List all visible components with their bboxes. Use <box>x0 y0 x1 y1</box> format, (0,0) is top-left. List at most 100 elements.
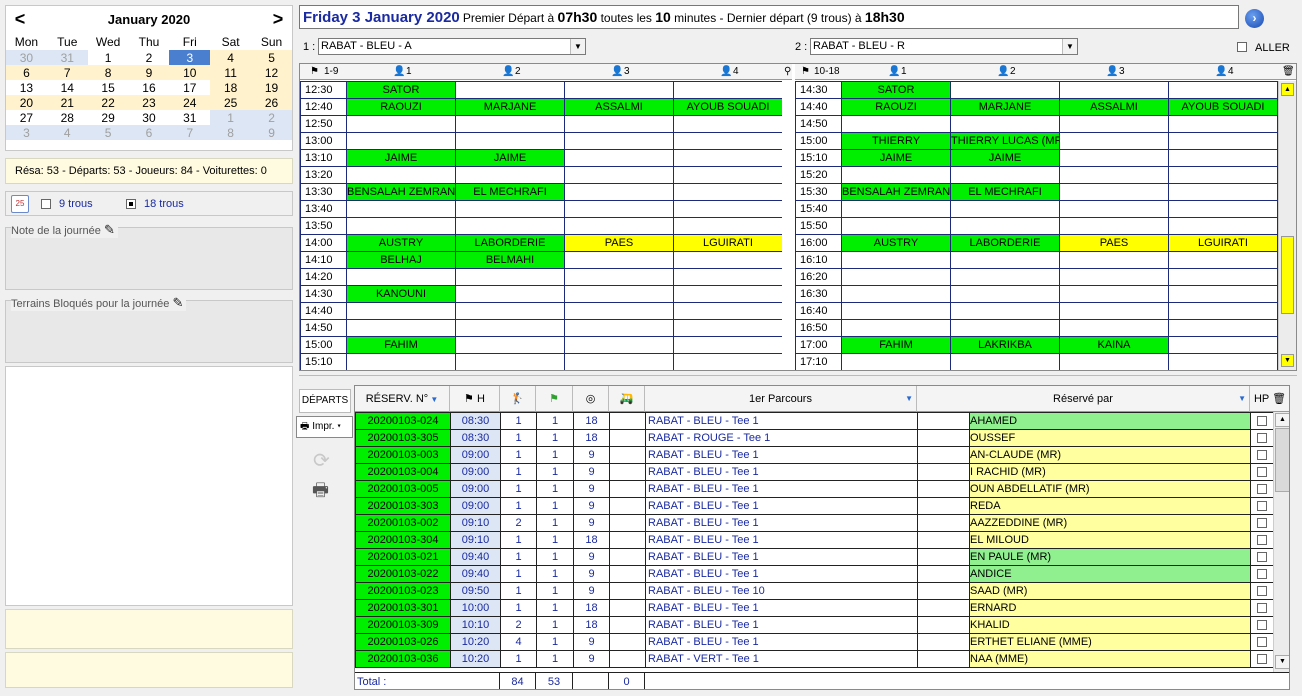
calendar-day[interactable]: 8 <box>210 125 252 140</box>
player-slot[interactable] <box>1059 200 1169 218</box>
calendar-grid[interactable]: Mon Tue Wed Thu Fri Sat Sun 30 31 1 2 3 4 5 6 7 8 9 10 11 1… <box>6 34 292 140</box>
player-slot[interactable] <box>841 319 951 337</box>
tee-time-row[interactable]: 14:30 SATOR <box>795 81 1278 99</box>
go-arrow-icon[interactable]: › <box>1245 9 1264 28</box>
player-slot[interactable] <box>673 319 783 337</box>
player-slot[interactable] <box>346 200 456 218</box>
player-slot[interactable] <box>1168 132 1278 150</box>
tee-time-row[interactable]: 14:00 AUSTRY LABORDERIE PAES LGUIRATI <box>300 234 783 252</box>
player-slot[interactable]: LGUIRATI <box>1168 234 1278 252</box>
aller-checkbox[interactable] <box>1237 41 1247 53</box>
player-slot[interactable]: BENSALAH ZEMRANI <box>841 183 951 201</box>
player-slot[interactable] <box>564 319 674 337</box>
player-slot[interactable] <box>564 149 674 167</box>
tee-time-row[interactable]: 13:20 <box>300 166 783 184</box>
calendar-day[interactable]: 22 <box>87 95 129 110</box>
tee-time-row[interactable]: 14:10 BELHAJ BELMAHI <box>300 251 783 269</box>
calendar-day[interactable]: 19 <box>251 80 292 95</box>
player-slot[interactable]: AUSTRY <box>346 234 456 252</box>
player-slot[interactable] <box>841 251 951 269</box>
tee-sheet-left-grid[interactable]: 12:30 SATOR 12:40 RAOUZI MARJANE ASSALMI AYOUB… <box>300 81 783 370</box>
departures-table[interactable]: 20200103-024 08:30 1 1 18 RABAT - BLEU - Tee … <box>355 412 1274 668</box>
player-slot[interactable] <box>673 132 783 150</box>
calendar-day[interactable]: 7 <box>169 125 211 140</box>
player-slot[interactable] <box>1059 251 1169 269</box>
departure-row[interactable]: 20200103-005 09:00 1 1 9 RABAT - BLEU - Tee 1… <box>355 480 1274 498</box>
calendar-day[interactable]: 5 <box>251 50 292 65</box>
player-slot[interactable] <box>564 166 674 184</box>
tee-time-row[interactable]: 17:10 <box>795 353 1278 370</box>
player-slot[interactable] <box>564 115 674 133</box>
player-slot[interactable] <box>673 149 783 167</box>
tee-time-row[interactable]: 12:40 RAOUZI MARJANE ASSALMI AYOUB SOUADI <box>300 98 783 116</box>
course2-select[interactable]: RABAT - BLEU - R ▼ <box>810 38 1078 55</box>
calendar-day[interactable]: 8 <box>87 65 129 80</box>
player-slot[interactable] <box>455 217 565 235</box>
calendar-day[interactable]: 31 <box>46 50 88 65</box>
hp-checkbox[interactable] <box>1250 548 1274 566</box>
hp-checkbox[interactable] <box>1250 514 1274 532</box>
tee-time-row[interactable]: 15:00 THIERRY THIERRY LUCAS (MR) <box>795 132 1278 150</box>
player-slot[interactable]: LABORDERIE <box>950 234 1060 252</box>
column-header-reserved-by[interactable]: Réservé par ▼ <box>917 386 1250 412</box>
player-slot[interactable] <box>455 268 565 286</box>
player-slot[interactable] <box>1059 149 1169 167</box>
player-slot[interactable] <box>841 353 951 370</box>
player-slot[interactable] <box>673 302 783 320</box>
player-slot[interactable]: FAHIM <box>346 336 456 354</box>
hp-checkbox[interactable] <box>1250 650 1274 668</box>
calendar-day[interactable]: 5 <box>87 125 129 140</box>
player-slot[interactable] <box>1168 251 1278 269</box>
hp-checkbox[interactable] <box>1250 616 1274 634</box>
player-slot[interactable]: LAKRIKBA <box>950 336 1060 354</box>
tee-time-row[interactable]: 12:50 <box>300 115 783 133</box>
player-slot[interactable] <box>455 302 565 320</box>
player-slot[interactable]: SATOR <box>841 81 951 99</box>
printer-icon[interactable]: 🖶 <box>312 478 329 508</box>
tee-time-row[interactable]: 13:10 JAIME JAIME <box>300 149 783 167</box>
player-slot[interactable]: THIERRY LUCAS (MR) <box>950 132 1060 150</box>
player-slot[interactable] <box>1168 285 1278 303</box>
player-slot[interactable]: PAES <box>564 234 674 252</box>
player-slot[interactable] <box>1168 115 1278 133</box>
player-slot[interactable] <box>673 336 783 354</box>
calendar-day[interactable]: 27 <box>6 110 47 125</box>
player-slot[interactable] <box>564 200 674 218</box>
tee-time-row[interactable]: 13:30 BENSALAH ZEMRANI EL MECHRAFI <box>300 183 783 201</box>
departure-row[interactable]: 20200103-036 10:20 1 1 9 RABAT - VERT - Tee 1… <box>355 650 1274 668</box>
calendar-day[interactable]: 2 <box>251 110 292 125</box>
hp-checkbox[interactable] <box>1250 446 1274 464</box>
player-slot[interactable]: BENSALAH ZEMRANI <box>346 183 456 201</box>
calendar-day[interactable]: 20 <box>6 95 47 110</box>
player-slot[interactable] <box>564 353 674 370</box>
player-slot[interactable] <box>346 132 456 150</box>
calendar-day[interactable]: 3 <box>6 125 47 140</box>
tee-time-row[interactable]: 13:40 <box>300 200 783 218</box>
player-slot[interactable]: KANOUNI <box>346 285 456 303</box>
tee-time-row[interactable]: 15:20 <box>795 166 1278 184</box>
player-slot[interactable] <box>673 81 783 99</box>
scroll-thumb[interactable] <box>1281 236 1294 314</box>
player-slot[interactable]: AYOUB SOUADI <box>1168 98 1278 116</box>
player-slot[interactable] <box>841 166 951 184</box>
column-header-departs[interactable]: ⚑ <box>536 386 573 412</box>
player-slot[interactable]: FAHIM <box>841 336 951 354</box>
scroll-thumb[interactable] <box>1275 428 1289 492</box>
player-slot[interactable] <box>455 115 565 133</box>
player-slot[interactable] <box>455 353 565 370</box>
player-slot[interactable] <box>841 217 951 235</box>
hp-checkbox[interactable] <box>1250 633 1274 651</box>
calendar-day[interactable]: 1 <box>87 50 129 65</box>
departure-row[interactable]: 20200103-026 10:20 4 1 9 RABAT - BLEU - Tee 1… <box>355 633 1274 651</box>
player-slot[interactable]: RAOUZI <box>346 98 456 116</box>
player-slot[interactable] <box>455 200 565 218</box>
hp-checkbox[interactable] <box>1250 463 1274 481</box>
tee-time-row[interactable]: 15:10 JAIME JAIME <box>795 149 1278 167</box>
hp-checkbox[interactable] <box>1250 531 1274 549</box>
player-slot[interactable] <box>1168 81 1278 99</box>
column-header-first-course[interactable]: 1er Parcours ▼ <box>645 386 917 412</box>
calendar-day[interactable]: 3 <box>169 50 211 65</box>
calendar-day[interactable]: 12 <box>251 65 292 80</box>
column-header-hour[interactable]: ⚑ H <box>450 386 500 412</box>
pencil-icon[interactable]: ✎ <box>104 222 115 237</box>
